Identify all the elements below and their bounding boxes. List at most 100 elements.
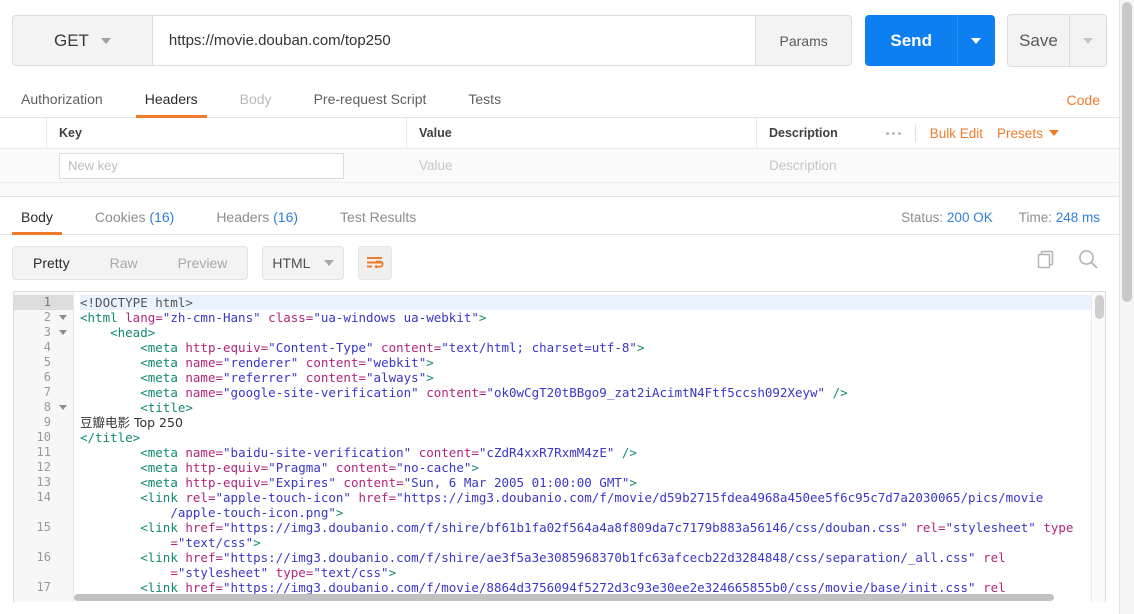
time-label: Time: <box>1018 210 1052 225</box>
column-header-key: Key <box>47 117 407 149</box>
code-token: "baidu-site-verification" <box>223 445 412 460</box>
tab-pre-request-script[interactable]: Pre-request Script <box>305 91 436 117</box>
line-number: 2 <box>14 310 73 325</box>
view-mode-preview[interactable]: Preview <box>158 247 248 279</box>
code-line: <meta name="referrer" content="always"> <box>80 370 1105 385</box>
code-line: /apple-touch-icon.png"> <box>80 505 1105 520</box>
code-token: content= <box>298 370 367 385</box>
bulk-edit-button[interactable]: Bulk Edit <box>930 126 983 141</box>
response-tab-body[interactable]: Body <box>12 209 62 235</box>
save-options-dropdown[interactable] <box>1069 15 1106 66</box>
code-line: <link href="https://img3.doubanio.com/f/… <box>80 550 1105 565</box>
code-token: content= <box>298 355 367 370</box>
editor-vertical-scrollbar[interactable] <box>1091 292 1105 602</box>
request-tab-bar: Authorization Headers Body Pre-request S… <box>0 79 1119 118</box>
line-number: 10 <box>36 430 51 444</box>
code-token: "no-cache" <box>396 460 472 475</box>
response-tab-test-results[interactable]: Test Results <box>331 209 425 234</box>
request-url-bar: GET Params Send Save <box>0 0 1119 79</box>
column-header-description-cell: Description Bulk Edit Presets <box>757 118 1119 149</box>
code-token: content= <box>411 445 479 460</box>
request-url-input[interactable] <box>151 15 755 66</box>
view-mode-pretty[interactable]: Pretty <box>13 247 90 279</box>
response-language-dropdown[interactable]: HTML <box>262 246 345 280</box>
fold-arrow-icon[interactable] <box>59 405 67 410</box>
code-token: > <box>636 340 645 355</box>
chevron-down-icon <box>324 260 335 266</box>
tab-headers[interactable]: Headers <box>135 91 207 118</box>
code-token: <link <box>140 550 186 565</box>
chevron-down-icon <box>1048 130 1059 136</box>
line-number: 14 <box>36 490 51 504</box>
response-tab-cookies[interactable]: Cookies (16) <box>86 209 183 234</box>
send-button[interactable]: Send <box>865 15 957 66</box>
code-token: http-equiv= <box>185 340 269 355</box>
code-token: "text/css" <box>313 565 389 580</box>
select-all-checkbox-cell[interactable] <box>0 117 47 149</box>
code-token: <meta <box>140 370 186 385</box>
code-token: http-equiv= <box>185 475 269 490</box>
tab-tests[interactable]: Tests <box>459 91 510 117</box>
code-token: 豆瓣电影 Top 250 <box>80 415 183 430</box>
new-key-input[interactable] <box>59 152 344 179</box>
code-line: <head> <box>80 325 1105 340</box>
line-number: 9 <box>43 415 51 429</box>
code-line: <link href="https://img3.doubanio.com/f/… <box>80 520 1105 535</box>
status-value: 200 OK <box>946 210 993 225</box>
editor-hscrollbar-thumb[interactable] <box>74 594 1054 601</box>
code-link[interactable]: Code <box>1067 92 1100 108</box>
code-line: <!DOCTYPE html> <box>80 295 1105 310</box>
code-token: "Expires" <box>268 475 336 490</box>
code-token: > <box>478 310 487 325</box>
code-token: <html <box>80 310 126 325</box>
more-options-icon[interactable] <box>885 131 901 135</box>
code-token: content= <box>335 475 404 490</box>
send-button-group: Send <box>865 15 995 66</box>
row-checkbox-cell[interactable] <box>0 149 47 183</box>
response-body-editor[interactable]: 1 2 3 4 5 6 7 8 9 10 11 12 13 14 15 16 17 <!DOCTYPE html… <box>13 291 1106 602</box>
new-description-cell[interactable]: Description <box>757 149 1119 183</box>
line-number: 16 <box>36 550 51 564</box>
new-value-cell[interactable]: Value <box>407 149 757 183</box>
editor-scrollbar-thumb[interactable] <box>1095 295 1104 319</box>
send-options-dropdown[interactable] <box>956 15 995 66</box>
fold-arrow-icon[interactable] <box>59 330 67 335</box>
code-token: "https://img3.doubanio.com/f/shire/bf61b… <box>223 520 908 535</box>
view-mode-raw[interactable]: Raw <box>90 247 158 279</box>
response-tab-test-results-label: Test Results <box>340 209 417 225</box>
code-token: <meta <box>140 445 186 460</box>
tab-body[interactable]: Body <box>231 91 281 117</box>
presets-dropdown[interactable]: Presets <box>997 126 1059 141</box>
headers-new-row: Value Description <box>0 149 1119 183</box>
headers-table-spacer <box>0 183 1119 197</box>
page-scrollbar-thumb[interactable] <box>1122 2 1132 302</box>
time-badge: Time: 248 ms <box>1019 210 1100 225</box>
response-meta: Status: 200 OK Time: 248 ms <box>901 210 1100 225</box>
code-token: > <box>426 370 434 385</box>
line-number: 8 <box>14 400 73 415</box>
code-token: "Sun, 6 Mar 2005 01:00:00 GMT" <box>403 475 630 490</box>
search-button[interactable] <box>1077 248 1099 270</box>
code-token: <!DOCTYPE html> <box>80 295 193 310</box>
code-token: <title> <box>140 400 193 415</box>
word-wrap-toggle[interactable] <box>358 246 393 280</box>
response-tab-headers[interactable]: Headers (16) <box>207 209 307 234</box>
params-button[interactable]: Params <box>754 15 853 66</box>
code-token: "stylesheet" <box>945 520 1036 535</box>
tab-authorization[interactable]: Authorization <box>12 91 112 117</box>
http-method-dropdown[interactable]: GET <box>12 15 152 66</box>
copy-button[interactable] <box>1036 249 1057 270</box>
code-token: /> <box>614 445 637 460</box>
fold-arrow-icon[interactable] <box>59 315 67 320</box>
code-token: lang= <box>125 310 163 325</box>
save-button[interactable]: Save <box>1007 15 1070 66</box>
editor-code-area[interactable]: <!DOCTYPE html> <html lang="zh-cmn-Hans" … <box>74 292 1105 602</box>
editor-horizontal-scrollbar[interactable] <box>14 593 1105 602</box>
page-vertical-scrollbar[interactable] <box>1119 0 1134 614</box>
code-token: href= <box>185 520 224 535</box>
line-number: 13 <box>36 475 51 489</box>
